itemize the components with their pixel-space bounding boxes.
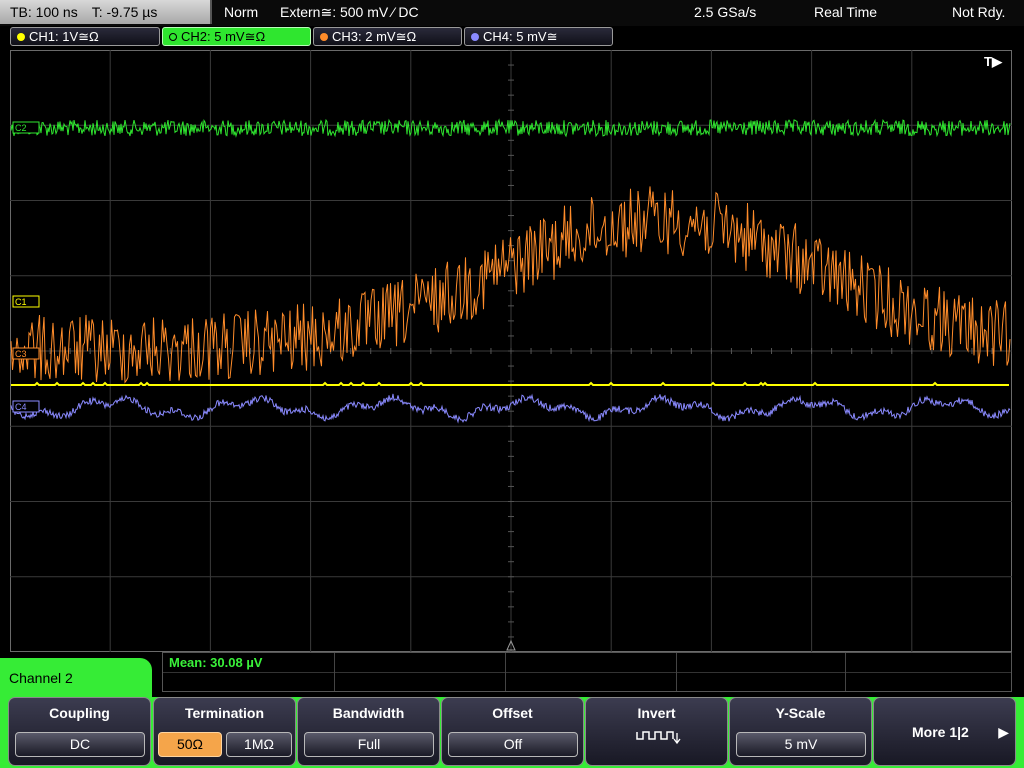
acquisition-mode[interactable]: Real Time: [814, 0, 877, 24]
trigger-time-readout: T: -9.75 µs: [91, 4, 158, 20]
channel-tab-label: CH2: 5 mV≅Ω: [181, 29, 266, 44]
offset-title: Offset: [492, 705, 533, 721]
menu-title: Channel 2: [0, 658, 152, 698]
ch2-marker[interactable]: C2: [12, 121, 40, 134]
ch1-marker[interactable]: C1: [12, 295, 40, 308]
more-softkey[interactable]: More 1|2 ▶: [873, 697, 1016, 766]
ch2-marker-label: C2: [15, 123, 27, 133]
trigger-position-marker[interactable]: T▶: [984, 54, 1003, 69]
trigger-mode[interactable]: Norm: [224, 0, 258, 24]
ch1-marker-label: C1: [15, 297, 27, 307]
ch3-color-dot-icon: [320, 33, 328, 41]
channel-tab-ch3[interactable]: CH3: 2 mV≅Ω: [313, 27, 462, 46]
channel-tab-label: CH3: 2 mV≅Ω: [332, 29, 417, 44]
termination-softkey[interactable]: Termination 50Ω 1MΩ: [153, 697, 296, 766]
invert-title: Invert: [637, 705, 676, 721]
invert-softkey[interactable]: Invert: [585, 697, 728, 766]
ch3-marker[interactable]: C3: [12, 347, 40, 360]
channel-tab-label: CH4: 5 mV≅: [483, 29, 558, 44]
waveform-display[interactable]: C2 C1 C3 C4 T▶: [10, 50, 1012, 652]
measurement-divider: [334, 653, 335, 691]
ch4-marker-label: C4: [15, 402, 27, 412]
channel-tab-ch4[interactable]: CH4: 5 mV≅: [464, 27, 613, 46]
bandwidth-value[interactable]: Full: [304, 732, 434, 757]
measurement-divider: [163, 672, 1011, 673]
mean-measurement: Mean: 30.08 µV: [169, 655, 263, 670]
termination-1mohm-option[interactable]: 1MΩ: [226, 732, 292, 757]
arrow-right-icon: ▶: [998, 724, 1009, 740]
acquisition-status: Not Rdy.: [952, 4, 1006, 20]
bandwidth-softkey[interactable]: Bandwidth Full: [297, 697, 440, 766]
ch4-marker[interactable]: C4: [12, 400, 40, 413]
more-label: More 1|2: [912, 724, 969, 740]
coupling-title: Coupling: [49, 705, 110, 721]
status-bar: TB: 100 ns T: -9.75 µs Norm Extern≅: 500 …: [0, 0, 1024, 26]
measurement-divider: [845, 653, 846, 691]
timebase-readout: TB: 100 ns: [10, 4, 78, 20]
ch3-marker-label: C3: [15, 349, 27, 359]
coupling-softkey[interactable]: Coupling DC: [8, 697, 151, 766]
channel-tab-ch1[interactable]: CH1: 1V≅Ω: [10, 27, 160, 46]
ch2-color-dot-icon: [169, 33, 177, 41]
invert-waveform-icon: [636, 731, 681, 745]
bandwidth-title: Bandwidth: [332, 705, 405, 721]
graticule-grid: [10, 50, 1012, 652]
ch1-trace: [11, 381, 1009, 387]
channel-tab-ch2[interactable]: CH2: 5 mV≅Ω: [162, 27, 311, 46]
termination-50ohm-option[interactable]: 50Ω: [158, 732, 222, 757]
offset-value[interactable]: Off: [448, 732, 578, 757]
measurement-divider: [505, 653, 506, 691]
timebase-box[interactable]: TB: 100 ns T: -9.75 µs: [0, 0, 212, 24]
coupling-value[interactable]: DC: [15, 732, 145, 757]
yscale-value[interactable]: 5 mV: [736, 732, 866, 757]
ch1-color-dot-icon: [17, 33, 25, 41]
measurement-divider: [676, 653, 677, 691]
sample-rate[interactable]: 2.5 GSa/s: [694, 0, 756, 24]
measurement-bar[interactable]: Mean: 30.08 µV: [162, 652, 1012, 692]
channel-tabs: CH1: 1V≅Ω CH2: 5 mV≅Ω CH3: 2 mV≅Ω CH4: 5…: [0, 27, 1024, 48]
yscale-title: Y-Scale: [775, 705, 826, 721]
ch4-color-dot-icon: [471, 33, 479, 41]
channel-tab-label: CH1: 1V≅Ω: [29, 29, 99, 44]
offset-softkey[interactable]: Offset Off: [441, 697, 584, 766]
termination-title: Termination: [184, 705, 265, 721]
trigger-source[interactable]: Extern≅: 500 mV ⁄ DC: [280, 0, 419, 24]
yscale-softkey[interactable]: Y-Scale 5 mV: [729, 697, 872, 766]
